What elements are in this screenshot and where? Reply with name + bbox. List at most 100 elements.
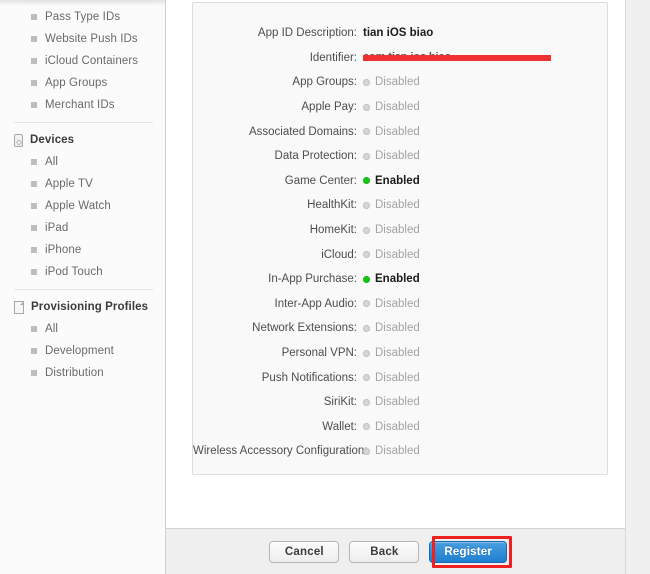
status-dot-disabled-icon <box>363 398 370 406</box>
identifier-label: Identifier: <box>309 51 357 64</box>
document-icon <box>14 300 24 314</box>
row-associated-domains: Associated Domains: Disabled <box>193 119 607 144</box>
capability-status-text: Disabled <box>375 347 420 360</box>
back-button[interactable]: Back <box>349 541 420 563</box>
row-in-app-purchase: In-App Purchase: Enabled <box>193 267 607 292</box>
sidebar-item-apple-watch[interactable]: Apple Watch <box>0 195 165 217</box>
row-data-protection: Data Protection: Disabled <box>193 144 607 169</box>
sidebar-item-all[interactable]: All <box>0 151 165 173</box>
capability-status-text: Disabled <box>375 76 420 89</box>
capability-label: HealthKit: <box>307 199 357 212</box>
capability-label: Personal VPN: <box>281 347 357 360</box>
status-dot-disabled-icon <box>363 324 370 332</box>
bullet-icon <box>31 225 37 231</box>
sidebar-item-website-push-ids[interactable]: Website Push IDs <box>0 28 165 50</box>
register-button[interactable]: Register <box>429 541 507 563</box>
sidebar-item-ipod-touch[interactable]: iPod Touch <box>0 261 165 283</box>
identifier-value-group: com.tian.ios.biao <box>363 52 551 64</box>
status-dot-disabled-icon <box>363 447 370 455</box>
device-icon <box>14 133 23 147</box>
row-icloud: iCloud: Disabled <box>193 242 607 267</box>
sidebar-item-label: Distribution <box>45 367 104 379</box>
capability-status-text: Disabled <box>375 297 420 310</box>
row-apple-pay: Apple Pay: Disabled <box>193 95 607 120</box>
cancel-button[interactable]: Cancel <box>269 541 340 563</box>
capability-value-group: Disabled <box>363 298 420 310</box>
capability-value-group: Disabled <box>363 150 420 162</box>
bullet-icon <box>31 58 37 64</box>
sidebar-item-development[interactable]: Development <box>0 340 165 362</box>
page-right-edge <box>625 0 650 574</box>
identifier-redacted-value: com.tian.ios.biao <box>363 52 551 64</box>
sidebar-item-pass-type-ids[interactable]: Pass Type IDs <box>0 6 165 28</box>
capability-label: Associated Domains: <box>248 125 357 138</box>
sidebar-group: Devices All Apple TV Apple Watch iPad iPhone i… <box>0 129 165 283</box>
capability-value-group: Disabled <box>363 322 420 334</box>
sidebar-header-devices: Devices <box>0 129 165 151</box>
row-personal-vpn: Personal VPN: Disabled <box>193 341 607 366</box>
capability-label: Network Extensions: <box>252 322 357 335</box>
sidebar-group: Provisioning Profiles All Development Distr… <box>0 296 165 384</box>
capability-value-group: Disabled <box>363 445 420 457</box>
sidebar-item-label: Merchant IDs <box>45 99 115 111</box>
capability-label: Wireless Accessory Configuration: <box>193 445 368 458</box>
main-content: App ID Description: tian iOS biao Identi… <box>166 0 625 574</box>
app-id-summary-panel: App ID Description: tian iOS biao Identi… <box>192 2 608 475</box>
capability-status-text: Enabled <box>375 174 420 187</box>
row-sirikit: SiriKit: Disabled <box>193 390 607 415</box>
capability-label: Game Center: <box>284 174 357 187</box>
capability-label: SiriKit: <box>323 396 357 409</box>
sidebar-navigation: Pass Type IDs Website Push IDs iCloud Cont… <box>0 0 166 574</box>
sidebar-divider <box>14 122 153 123</box>
sidebar-item-iphone[interactable]: iPhone <box>0 239 165 261</box>
capability-label: App Groups: <box>292 76 357 89</box>
bullet-icon <box>31 80 37 86</box>
row-wallet: Wallet: Disabled <box>193 415 607 440</box>
row-wireless-accessory-configuration: Wireless Accessory Configuration: Disable… <box>193 439 607 464</box>
row-homekit: HomeKit: Disabled <box>193 218 607 243</box>
capability-value-group: Disabled <box>363 101 420 113</box>
status-dot-enabled-icon <box>363 177 370 185</box>
status-dot-disabled-icon <box>363 423 370 431</box>
bullet-icon <box>31 370 37 376</box>
capability-status-text: Disabled <box>375 396 420 409</box>
sidebar-item-label: Pass Type IDs <box>45 11 121 23</box>
status-dot-disabled-icon <box>363 152 370 160</box>
row-identifier: Identifier: com.tian.ios.biao <box>193 46 607 71</box>
row-healthkit: HealthKit: Disabled <box>193 193 607 218</box>
bullet-icon <box>31 269 37 275</box>
sidebar-item-merchant-ids[interactable]: Merchant IDs <box>0 94 165 116</box>
capability-status-text: Disabled <box>375 125 420 138</box>
capability-value-group: Disabled <box>363 347 420 359</box>
sidebar-header-label: Provisioning Profiles <box>31 301 149 313</box>
capability-status-text: Disabled <box>375 420 420 433</box>
capability-status-text: Disabled <box>375 445 420 458</box>
status-dot-disabled-icon <box>363 128 370 136</box>
sidebar-item-label: iCloud Containers <box>45 55 139 67</box>
capability-label: iCloud: <box>321 248 357 261</box>
app-id-description-value-group: tian iOS biao <box>363 27 433 39</box>
capability-label: HomeKit: <box>309 224 357 237</box>
row-push-notifications: Push Notifications: Disabled <box>193 365 607 390</box>
sidebar-item-ipad[interactable]: iPad <box>0 217 165 239</box>
app-id-description-value: tian iOS biao <box>363 27 434 40</box>
capability-status-text: Disabled <box>375 248 420 261</box>
sidebar-item-app-groups[interactable]: App Groups <box>0 72 165 94</box>
row-inter-app-audio: Inter-App Audio: Disabled <box>193 292 607 317</box>
sidebar-item-apple-tv[interactable]: Apple TV <box>0 173 165 195</box>
sidebar-item-all[interactable]: All <box>0 318 165 340</box>
sidebar-item-label: All <box>45 156 59 168</box>
status-dot-disabled-icon <box>363 78 370 86</box>
bullet-icon <box>31 14 37 20</box>
sidebar-item-icloud-containers[interactable]: iCloud Containers <box>0 50 165 72</box>
sidebar-item-distribution[interactable]: Distribution <box>0 362 165 384</box>
sidebar-group-list: Pass Type IDs Website Push IDs iCloud Cont… <box>0 0 165 384</box>
status-dot-disabled-icon <box>363 103 370 111</box>
sidebar-item-label: iPod Touch <box>45 266 103 278</box>
redaction-bar <box>363 54 551 61</box>
capability-label: Data Protection: <box>274 150 357 163</box>
status-dot-disabled-icon <box>363 201 370 209</box>
capability-value-group: Disabled <box>363 126 420 138</box>
capability-status-text: Disabled <box>375 224 420 237</box>
capability-value-group: Disabled <box>363 396 420 408</box>
